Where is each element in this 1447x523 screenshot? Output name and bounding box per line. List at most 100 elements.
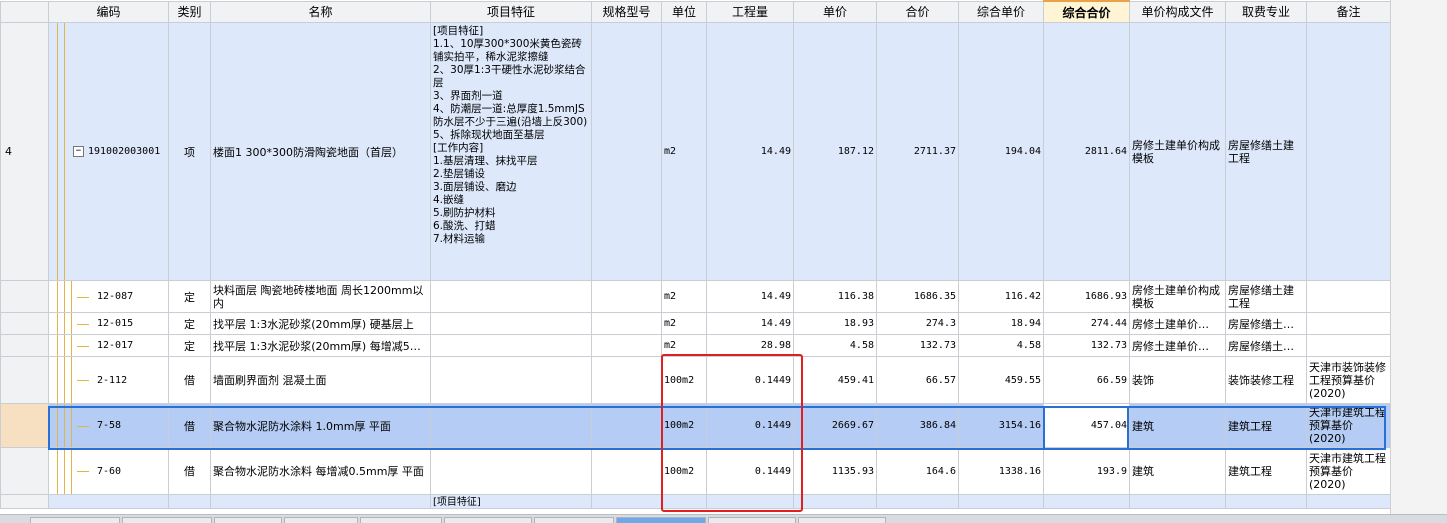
unit-cell[interactable]: 100m2 [661, 356, 707, 404]
category-cell[interactable]: 定 [168, 312, 211, 335]
features-cell[interactable] [430, 334, 592, 357]
price-cell[interactable]: 459.41 [793, 356, 877, 404]
comp-total-cell[interactable]: 2811.64 [1043, 22, 1130, 281]
price-cell[interactable]: 116.38 [793, 280, 877, 313]
qty-cell[interactable]: 0.1449 [706, 447, 794, 495]
fee-type-cell[interactable]: 房屋修缮土建工程 [1225, 22, 1307, 281]
price-file-cell[interactable]: 房修土建单价… [1129, 334, 1226, 357]
bottom-tab[interactable] [214, 517, 282, 523]
category-cell[interactable]: 定 [168, 334, 211, 357]
spec-cell[interactable] [591, 403, 662, 448]
comp-total-cell[interactable]: 66.59 [1043, 356, 1130, 404]
header-comp-price[interactable]: 综合单价 [958, 0, 1044, 23]
bottom-tab[interactable] [122, 517, 212, 523]
qty-cell[interactable] [706, 494, 794, 509]
qty-cell[interactable]: 14.49 [706, 312, 794, 335]
features-cell[interactable] [430, 403, 592, 448]
header-total[interactable]: 合价 [876, 0, 959, 23]
code-cell[interactable]: 7-60 [48, 447, 169, 495]
code-cell[interactable]: 7-58 [48, 403, 169, 448]
category-cell[interactable]: 借 [168, 356, 211, 404]
total-cell[interactable]: 164.6 [876, 447, 959, 495]
spec-cell[interactable] [591, 494, 662, 509]
spec-cell[interactable] [591, 312, 662, 335]
bottom-tab[interactable] [30, 517, 120, 523]
unit-cell[interactable]: m2 [661, 334, 707, 357]
header-qty[interactable]: 工程量 [706, 0, 794, 23]
features-cell[interactable] [430, 312, 592, 335]
qty-cell[interactable]: 14.49 [706, 280, 794, 313]
category-cell[interactable]: 借 [168, 403, 211, 448]
unit-cell[interactable] [661, 494, 707, 509]
price-cell[interactable]: 2669.67 [793, 403, 877, 448]
table-row[interactable]: 12-015 定 找平层 1:3水泥砂浆(20mm厚) 硬基层上 m2 14.4… [0, 312, 1391, 335]
total-cell[interactable]: 1686.35 [876, 280, 959, 313]
comp-price-cell[interactable]: 18.94 [958, 312, 1044, 335]
price-cell[interactable]: 187.12 [793, 22, 877, 281]
total-cell[interactable]: 66.57 [876, 356, 959, 404]
row-number[interactable] [0, 447, 49, 495]
remark-cell[interactable] [1306, 22, 1391, 281]
price-file-cell[interactable]: 建筑 [1129, 403, 1226, 448]
row-number[interactable] [0, 334, 49, 357]
features-cell[interactable] [430, 447, 592, 495]
bottom-tab[interactable] [444, 517, 532, 523]
spec-cell[interactable] [591, 447, 662, 495]
price-cell[interactable] [793, 494, 877, 509]
comp-price-cell[interactable] [958, 494, 1044, 509]
fee-type-cell[interactable] [1225, 494, 1307, 509]
name-cell[interactable]: 找平层 1:3水泥砂浆(20mm厚) 每增减5mm [210, 334, 431, 357]
total-cell[interactable]: 386.84 [876, 403, 959, 448]
name-cell[interactable]: 块料面层 陶瓷地砖楼地面 周长1200mm以内 [210, 280, 431, 313]
name-cell[interactable]: 墙面刷界面剂 混凝土面 [210, 356, 431, 404]
collapse-icon[interactable]: − [73, 145, 84, 157]
fee-type-cell[interactable]: 房屋修缮土建工程 [1225, 280, 1307, 313]
unit-cell[interactable]: 100m2 [661, 447, 707, 495]
code-cell[interactable]: 12-017 [48, 334, 169, 357]
spec-cell[interactable] [591, 280, 662, 313]
fee-type-cell[interactable]: 房屋修缮土… [1225, 334, 1307, 357]
header-category[interactable]: 类别 [168, 0, 211, 23]
category-cell[interactable]: 项 [168, 22, 211, 281]
table-row[interactable]: 4 −191002003001 项 楼面1 300*300防滑陶瓷地面（首层） … [0, 22, 1391, 281]
bottom-tab[interactable] [534, 517, 614, 523]
total-cell[interactable] [876, 494, 959, 509]
features-cell[interactable] [430, 356, 592, 404]
code-cell[interactable]: −191002003001 [48, 22, 169, 281]
code-cell[interactable]: 12-087 [48, 280, 169, 313]
code-cell[interactable] [48, 494, 169, 509]
fee-type-cell[interactable]: 建筑工程 [1225, 447, 1307, 495]
category-cell[interactable]: 定 [168, 280, 211, 313]
total-cell[interactable]: 132.73 [876, 334, 959, 357]
header-spec[interactable]: 规格型号 [591, 0, 662, 23]
qty-cell[interactable]: 28.98 [706, 334, 794, 357]
name-cell[interactable]: 聚合物水泥防水涂料 每增减0.5mm厚 平面 [210, 447, 431, 495]
unit-cell[interactable]: m2 [661, 312, 707, 335]
features-cell[interactable]: [项目特征] 1.1、10厚300*300米黄色瓷砖铺实拍平，稀水泥浆擦缝 2、… [430, 22, 592, 281]
name-cell[interactable]: 聚合物水泥防水涂料 1.0mm厚 平面 [210, 403, 431, 448]
bottom-tab-active[interactable] [616, 517, 706, 523]
fee-type-cell[interactable]: 房屋修缮土… [1225, 312, 1307, 335]
price-file-cell[interactable]: 房修土建单价… [1129, 312, 1226, 335]
comp-price-cell[interactable]: 3154.16 [958, 403, 1044, 448]
header-comp-total[interactable]: 综合合价 [1043, 0, 1130, 23]
bottom-tab[interactable] [708, 517, 796, 523]
total-cell[interactable]: 2711.37 [876, 22, 959, 281]
category-cell[interactable] [168, 494, 211, 509]
comp-total-cell[interactable] [1043, 494, 1130, 509]
comp-total-cell-active[interactable]: 457.04 [1043, 403, 1130, 448]
comp-price-cell[interactable]: 4.58 [958, 334, 1044, 357]
spec-cell[interactable] [591, 334, 662, 357]
total-cell[interactable]: 274.3 [876, 312, 959, 335]
row-number[interactable] [0, 280, 49, 313]
comp-price-cell[interactable]: 459.55 [958, 356, 1044, 404]
features-cell[interactable] [430, 280, 592, 313]
fee-type-cell[interactable]: 装饰装修工程 [1225, 356, 1307, 404]
remark-cell[interactable]: 天津市建筑工程预算基价(2020) [1306, 403, 1391, 448]
unit-cell[interactable]: 100m2 [661, 403, 707, 448]
price-cell[interactable]: 1135.93 [793, 447, 877, 495]
code-cell[interactable]: 2-112 [48, 356, 169, 404]
table-row[interactable]: [项目特征] [0, 494, 1391, 509]
row-number[interactable] [0, 312, 49, 335]
row-number[interactable] [0, 403, 49, 448]
